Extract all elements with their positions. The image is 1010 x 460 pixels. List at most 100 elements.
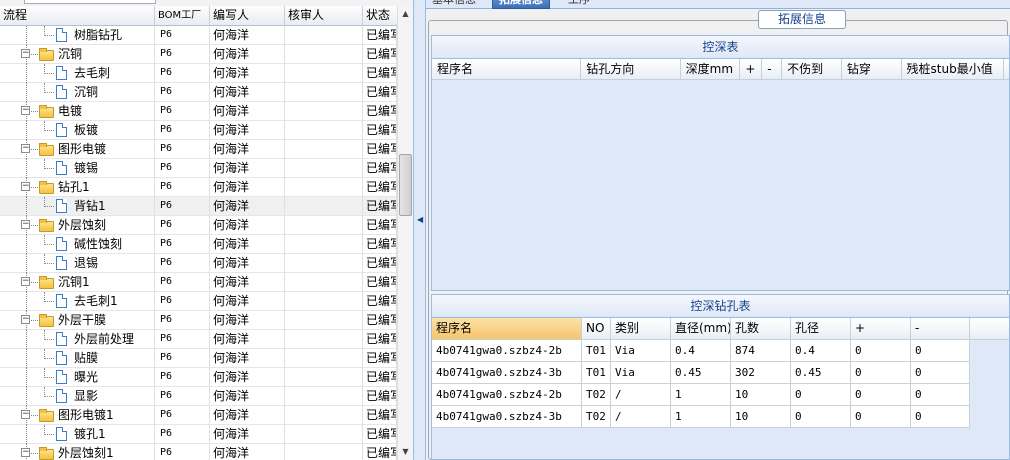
- tree-row[interactable]: 去毛刺 P6何海洋 已编写: [0, 64, 397, 83]
- tree-node-cell[interactable]: 外层前处理: [0, 330, 155, 349]
- diameter-cell[interactable]: 1: [671, 384, 731, 406]
- hole-count-cell[interactable]: 10: [731, 384, 791, 406]
- collapse-toggle-icon[interactable]: −: [21, 410, 30, 419]
- tree-row[interactable]: − 沉铜1 P6何海洋 已编写: [0, 273, 397, 292]
- tab-process[interactable]: 工序: [562, 0, 596, 9]
- tree-node-cell[interactable]: − 沉铜: [0, 45, 155, 64]
- col-hole-count[interactable]: 孔数: [731, 318, 791, 340]
- tree-node-cell[interactable]: 碱性蚀刻: [0, 235, 155, 254]
- tree-node-cell[interactable]: 背钻1: [0, 197, 155, 216]
- program-name-cell[interactable]: 4b0741gwa0.szbz4-2b: [432, 340, 582, 362]
- minus-cell[interactable]: 0: [911, 406, 970, 428]
- col-diameter[interactable]: 直径(mm): [671, 318, 731, 340]
- tree-node-cell[interactable]: 曝光: [0, 368, 155, 387]
- collapse-toggle-icon[interactable]: −: [21, 144, 30, 153]
- category-cell[interactable]: Via: [611, 340, 671, 362]
- collapse-toggle-icon[interactable]: −: [21, 49, 30, 58]
- tree-node-cell[interactable]: 贴膜: [0, 349, 155, 368]
- tree-row[interactable]: 碱性蚀刻 P6何海洋 已编写: [0, 235, 397, 254]
- col-header-bom[interactable]: BOM工厂: [155, 6, 210, 26]
- plus-cell[interactable]: 0: [851, 406, 911, 428]
- col-program-name[interactable]: 程序名: [432, 318, 582, 340]
- tree-row[interactable]: − 图形电镀1 P6何海洋 已编写: [0, 406, 397, 425]
- tree-row[interactable]: 贴膜 P6何海洋 已编写: [0, 349, 397, 368]
- tree-node-cell[interactable]: 镀锡: [0, 159, 155, 178]
- tree-row[interactable]: 退锡 P6何海洋 已编写: [0, 254, 397, 273]
- tree-row[interactable]: 镀锡 P6何海洋 已编写: [0, 159, 397, 178]
- category-cell[interactable]: /: [611, 406, 671, 428]
- program-name-cell[interactable]: 4b0741gwa0.szbz4-2b: [432, 384, 582, 406]
- col-stub-min[interactable]: 残桩stub最小值: [902, 59, 1004, 80]
- tree-row[interactable]: 镀孔1 P6何海洋 已编写: [0, 425, 397, 444]
- tree-row[interactable]: 曝光 P6何海洋 已编写: [0, 368, 397, 387]
- col-header-status[interactable]: 状态: [363, 6, 397, 26]
- hole-count-cell[interactable]: 302: [731, 362, 791, 384]
- collapse-toggle-icon[interactable]: −: [21, 448, 30, 457]
- tree-row[interactable]: − 沉铜 P6何海洋 已编写: [0, 45, 397, 64]
- hole-count-cell[interactable]: 874: [731, 340, 791, 362]
- col-category[interactable]: 类别: [611, 318, 671, 340]
- tree-row[interactable]: − 外层干膜 P6何海洋 已编写: [0, 311, 397, 330]
- col-plus[interactable]: +: [740, 59, 763, 80]
- table-row[interactable]: 4b0741gwa0.szbz4-2b T02/1 10 0 0 0: [432, 384, 1009, 406]
- tree-node-cell[interactable]: 显影: [0, 387, 155, 406]
- hole-size-cell[interactable]: 0: [791, 406, 851, 428]
- tree-node-cell[interactable]: 镀孔1: [0, 425, 155, 444]
- tree-node-cell[interactable]: 板镀: [0, 121, 155, 140]
- category-cell[interactable]: Via: [611, 362, 671, 384]
- collapse-toggle-icon[interactable]: −: [21, 315, 30, 324]
- no-cell[interactable]: T01: [582, 340, 611, 362]
- no-cell[interactable]: T02: [582, 384, 611, 406]
- plus-cell[interactable]: 0: [851, 384, 911, 406]
- col-minus[interactable]: -: [911, 318, 970, 340]
- tab-basic-info[interactable]: 基本信息: [426, 0, 482, 9]
- tree-node-cell[interactable]: − 图形电镀1: [0, 406, 155, 425]
- tree-node-cell[interactable]: − 电镀: [0, 102, 155, 121]
- tree-node-cell[interactable]: 去毛刺1: [0, 292, 155, 311]
- category-cell[interactable]: /: [611, 384, 671, 406]
- col-drill-through[interactable]: 钻穿: [842, 59, 902, 80]
- diameter-cell[interactable]: 1: [671, 406, 731, 428]
- tree-node-cell[interactable]: 退锡: [0, 254, 155, 273]
- collapse-toggle-icon[interactable]: −: [21, 106, 30, 115]
- col-header-author[interactable]: 编写人: [210, 6, 285, 26]
- col-header-process[interactable]: 流程: [0, 6, 155, 26]
- tree-row[interactable]: − 钻孔1 P6何海洋 已编写: [0, 178, 397, 197]
- table-row[interactable]: 4b0741gwa0.szbz4-3b T02/1 10 0 0 0: [432, 406, 1009, 428]
- tree-row[interactable]: 树脂钻孔 P6何海洋 已编写: [0, 26, 397, 45]
- plus-cell[interactable]: 0: [851, 340, 911, 362]
- program-name-cell[interactable]: 4b0741gwa0.szbz4-3b: [432, 406, 582, 428]
- tree-row[interactable]: − 外层蚀刻1 P6何海洋 已编写: [0, 444, 397, 460]
- col-drill-direction[interactable]: 钻孔方向: [581, 59, 681, 80]
- tree-node-cell[interactable]: 沉铜: [0, 83, 155, 102]
- minus-cell[interactable]: 0: [911, 340, 970, 362]
- collapse-toggle-icon[interactable]: −: [21, 182, 30, 191]
- tree-row[interactable]: 显影 P6何海洋 已编写: [0, 387, 397, 406]
- col-no-damage[interactable]: 不伤到: [782, 59, 842, 80]
- col-hole-size[interactable]: 孔径: [791, 318, 851, 340]
- scroll-thumb[interactable]: [399, 154, 412, 216]
- tree-node-cell[interactable]: 树脂钻孔: [0, 26, 155, 45]
- collapse-arrow-icon[interactable]: ◀: [417, 215, 423, 224]
- col-depth[interactable]: 深度mm: [681, 59, 741, 80]
- hole-size-cell[interactable]: 0: [791, 384, 851, 406]
- tree-row[interactable]: − 图形电镀 P6何海洋 已编写: [0, 140, 397, 159]
- tree-row[interactable]: 沉铜 P6何海洋 已编写: [0, 83, 397, 102]
- col-program-name[interactable]: 程序名: [432, 59, 582, 80]
- plus-cell[interactable]: 0: [851, 362, 911, 384]
- no-cell[interactable]: T02: [582, 406, 611, 428]
- search-box-edge[interactable]: [24, 0, 156, 4]
- tree-vertical-scrollbar[interactable]: ▲ ▼: [397, 6, 413, 460]
- tree-node-cell[interactable]: − 外层干膜: [0, 311, 155, 330]
- tree-row[interactable]: − 电镀 P6何海洋 已编写: [0, 102, 397, 121]
- col-stub-more[interactable]: 残: [1004, 59, 1009, 80]
- diameter-cell[interactable]: 0.45: [671, 362, 731, 384]
- tree-row[interactable]: 背钻1 P6何海洋 已编写: [0, 197, 397, 216]
- tree-node-cell[interactable]: 去毛刺: [0, 64, 155, 83]
- scroll-up-icon[interactable]: ▲: [398, 6, 413, 22]
- minus-cell[interactable]: 0: [911, 384, 970, 406]
- table-row[interactable]: 4b0741gwa0.szbz4-2b T01 Via 0.4 874 0.4 0 0: [432, 340, 1009, 362]
- tree-node-cell[interactable]: − 外层蚀刻1: [0, 444, 155, 460]
- program-name-cell[interactable]: 4b0741gwa0.szbz4-3b: [432, 362, 582, 384]
- diameter-cell[interactable]: 0.4: [671, 340, 731, 362]
